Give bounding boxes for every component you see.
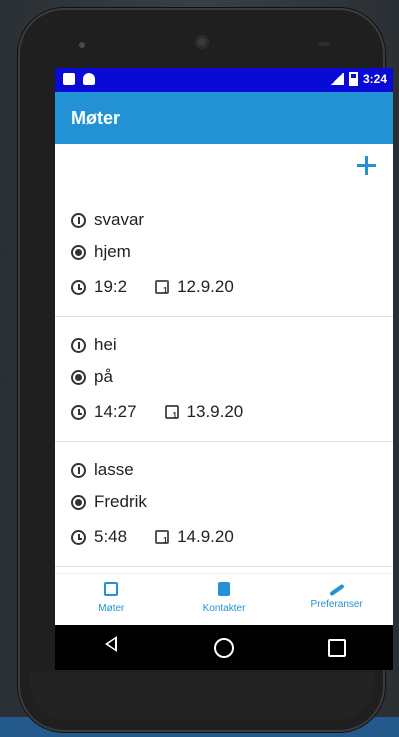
- nav-label: Preferanser: [310, 599, 363, 610]
- home-button[interactable]: [212, 636, 236, 660]
- status-time: 3:24: [362, 72, 387, 86]
- phone-chin: [30, 672, 373, 720]
- back-button[interactable]: [99, 635, 123, 660]
- info-icon: [71, 462, 86, 478]
- nav-item-moter[interactable]: Møter: [55, 574, 168, 626]
- clock-icon: [71, 404, 86, 420]
- calendar-icon: [104, 582, 119, 596]
- meeting-location: på: [94, 367, 113, 386]
- meeting-card[interactable]: hei på 14:27 13.9.20: [55, 317, 393, 442]
- front-camera: [195, 35, 209, 49]
- wrench-icon: [328, 583, 345, 597]
- app-bar: Møter: [55, 92, 393, 144]
- meeting-time: 14:27: [94, 402, 137, 421]
- phone-frame: 3:24 Møter svavar hjem 19:2 12.9.20 hei …: [18, 8, 393, 732]
- battery-icon: [348, 72, 358, 86]
- meeting-location: Fredrik: [94, 492, 147, 511]
- nav-label: Kontakter: [202, 603, 246, 614]
- recents-button[interactable]: [325, 636, 349, 660]
- add-meeting-button[interactable]: [353, 152, 379, 178]
- location-icon: [71, 244, 86, 260]
- proximity-sensor: [318, 42, 330, 46]
- meeting-date: 13.9.20: [186, 402, 244, 421]
- nav-label: Møter: [98, 603, 125, 614]
- system-navigation-bar: [55, 625, 393, 670]
- location-icon: [71, 369, 86, 385]
- clock-icon: [71, 529, 86, 545]
- bottom-navigation: Møter Kontakter Preferanser: [55, 573, 393, 626]
- home-circle-icon: [213, 637, 234, 658]
- meeting-card[interactable]: lasse Fredrik 5:48 14.9.20: [55, 442, 393, 567]
- status-bar: 3:24: [55, 68, 393, 92]
- sd-card-icon: [63, 73, 75, 85]
- clock-icon: [71, 279, 86, 295]
- phone-screen: 3:24 Møter svavar hjem 19:2 12.9.20 hei …: [55, 68, 393, 670]
- speaker-grille: [79, 42, 85, 48]
- recents-square-icon: [327, 638, 346, 657]
- contacts-icon: [218, 582, 230, 596]
- info-icon: [71, 337, 86, 353]
- calendar-icon: [155, 280, 170, 295]
- meeting-card[interactable]: svavar hjem 19:2 12.9.20: [55, 204, 393, 317]
- meeting-location: hjem: [94, 242, 131, 261]
- back-triangle-icon: [105, 635, 118, 652]
- nav-item-kontakter[interactable]: Kontakter: [168, 574, 281, 626]
- meeting-list: svavar hjem 19:2 12.9.20 hei på 14:27 13…: [55, 204, 393, 567]
- location-icon: [71, 494, 86, 510]
- meeting-title: svavar: [94, 210, 145, 229]
- meeting-time: 5:48: [94, 527, 128, 546]
- android-debug-icon: [83, 73, 95, 85]
- meeting-date: 14.9.20: [177, 527, 234, 546]
- page-title: Møter: [71, 108, 120, 128]
- meeting-time: 19:2: [94, 277, 128, 296]
- info-icon: [71, 212, 86, 228]
- calendar-icon: [164, 405, 179, 420]
- calendar-icon: [155, 530, 170, 545]
- meeting-title: lasse: [94, 460, 134, 479]
- meeting-title: hei: [94, 335, 117, 354]
- meeting-date: 12.9.20: [177, 277, 234, 296]
- signal-icon: [329, 73, 344, 85]
- nav-item-preferanser[interactable]: Preferanser: [280, 574, 393, 626]
